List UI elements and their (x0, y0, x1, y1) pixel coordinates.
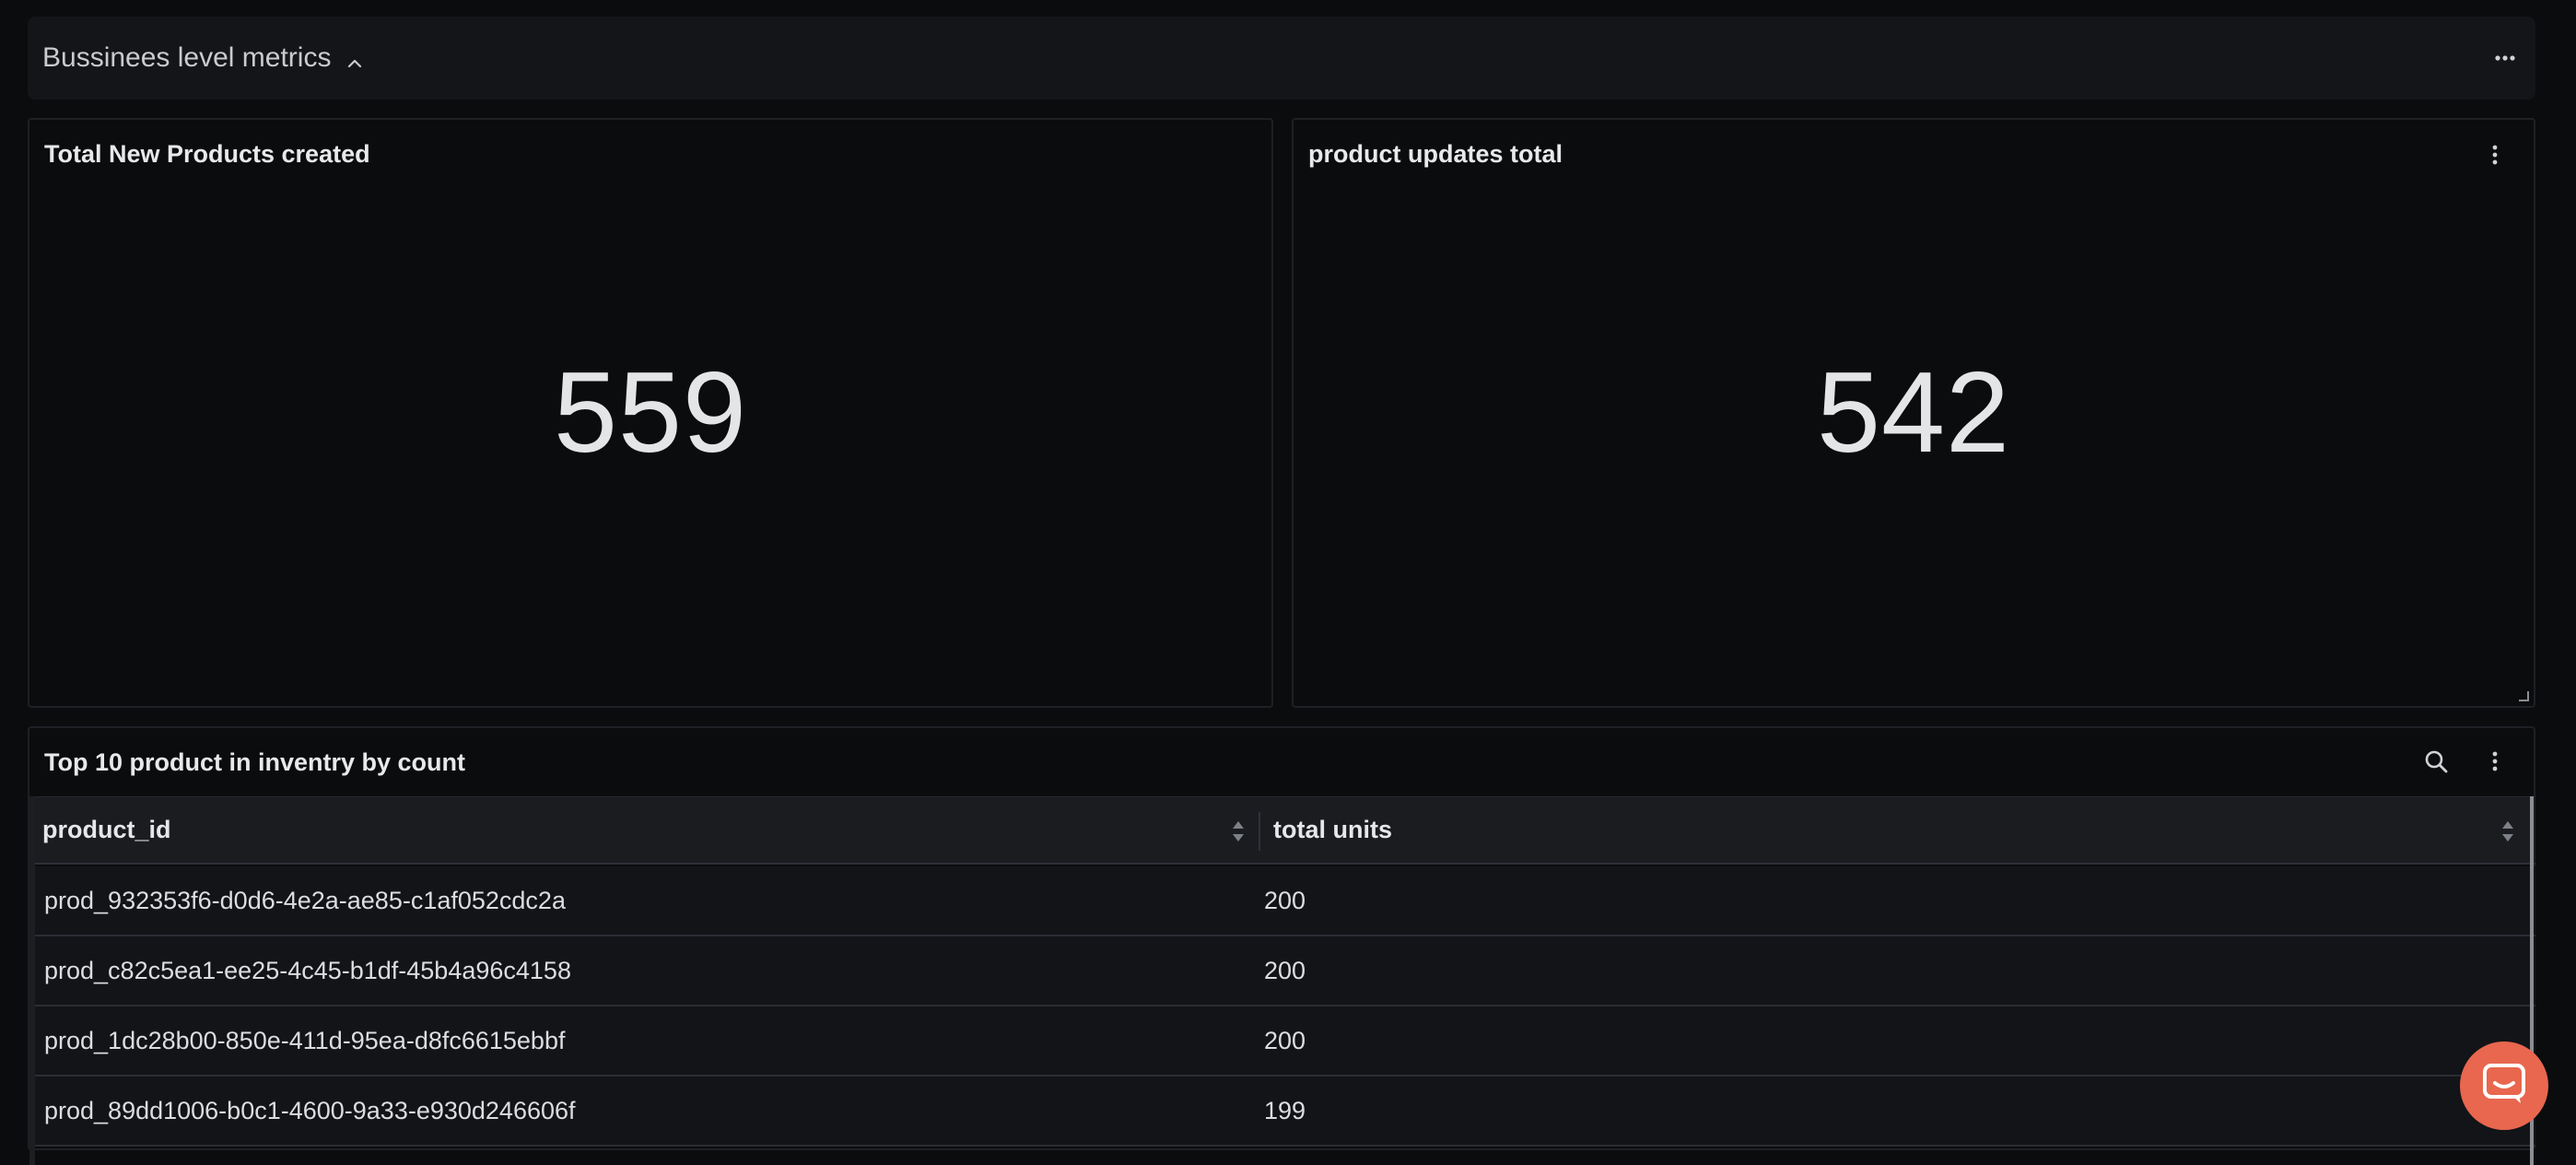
new-products-panel: Total New Products created 559 (28, 118, 1273, 708)
sort-icon[interactable] (1229, 818, 1247, 845)
cell-product-id: prod_89dd1006-b0c1-4600-9a33-e930d246606… (44, 1096, 576, 1124)
more-horizontal-icon[interactable] (2488, 41, 2523, 76)
chevron-up-icon (345, 49, 364, 68)
stat-value: 559 (554, 349, 747, 477)
table-row[interactable]: prod_c82c5ea1-ee25-4c45-b1df-45b4a96c415… (29, 936, 2535, 1006)
search-icon[interactable] (2419, 745, 2453, 778)
stat-value: 542 (1817, 349, 2010, 477)
product-updates-panel: product updates total 542 (1292, 118, 2535, 708)
chat-launcher-button[interactable] (2460, 1041, 2548, 1130)
row-accent-bar (29, 796, 35, 1165)
section-title: Bussinees level metrics (42, 42, 332, 73)
cell-product-id: prod_1dc28b00-850e-411d-95ea-d8fc6615ebb… (44, 1026, 566, 1054)
column-header-label: total units (1273, 816, 1392, 843)
table-row[interactable]: prod_932353f6-d0d6-4e2a-ae85-c1af052cdc2… (29, 866, 2535, 936)
table-row[interactable]: prod_1dc28b00-850e-411d-95ea-d8fc6615ebb… (29, 1006, 2535, 1077)
column-header-product-id[interactable]: product_id (29, 797, 1260, 863)
panel-title: Top 10 product in inventry by count (44, 748, 466, 776)
panel-title: product updates total (1308, 140, 1563, 168)
top-products-table-panel: Top 10 product in inventry by count prod… (28, 726, 2535, 1165)
column-header-label: product_id (42, 816, 171, 843)
resize-handle-icon[interactable] (2517, 689, 2530, 702)
cell-total-units: 199 (1264, 1096, 1306, 1124)
cell-product-id: prod_932353f6-d0d6-4e2a-ae85-c1af052cdc2… (44, 886, 566, 914)
section-header: Bussinees level metrics (28, 17, 2535, 100)
cell-total-units: 200 (1264, 956, 1306, 984)
table-row[interactable]: prod_89dd1006-b0c1-4600-9a33-e930d246606… (29, 1077, 2535, 1147)
cell-total-units: 200 (1264, 1026, 1306, 1054)
cell-total-units: 200 (1264, 886, 1306, 914)
more-vertical-icon[interactable] (2478, 745, 2512, 778)
more-vertical-icon[interactable] (2478, 138, 2512, 171)
chat-icon (2482, 1063, 2526, 1110)
panel-title: Total New Products created (44, 140, 370, 168)
section-toggle[interactable]: Bussinees level metrics (42, 42, 364, 74)
cell-product-id: prod_c82c5ea1-ee25-4c45-b1df-45b4a96c415… (44, 956, 571, 984)
table-header: product_id total units (29, 796, 2535, 865)
column-header-total-units[interactable]: total units (1260, 797, 2535, 863)
sort-icon[interactable] (2499, 818, 2517, 845)
